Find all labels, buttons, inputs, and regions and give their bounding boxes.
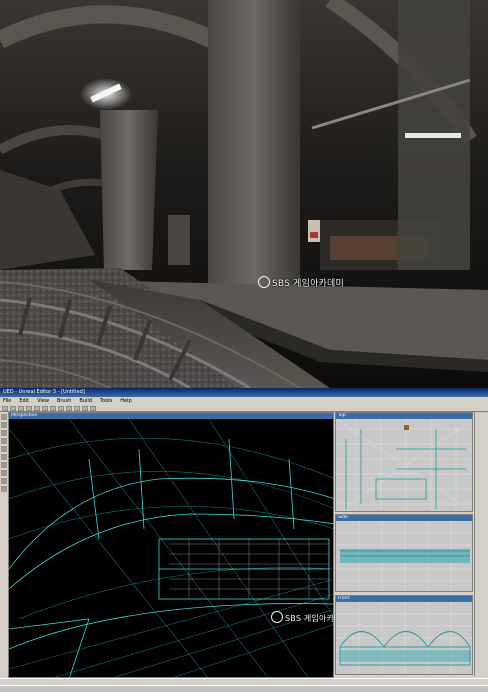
right-toolbar <box>474 412 488 676</box>
toolbar-button[interactable] <box>18 406 24 411</box>
toolbar-button[interactable] <box>10 406 16 411</box>
menu-edit[interactable]: Edit <box>19 397 29 405</box>
subway-tunnel-scene <box>0 0 488 388</box>
game-render-view: SBS 게임아카데미 <box>0 0 488 388</box>
toolbar-button[interactable] <box>50 406 56 411</box>
level-editor-window: UED - Unreal Editor 3 - [Untitled] File … <box>0 388 488 692</box>
toolbar-button[interactable] <box>90 406 96 411</box>
main-toolbar <box>0 405 488 412</box>
toolbar-button[interactable] <box>66 406 72 411</box>
toolbar-button[interactable] <box>34 406 40 411</box>
toolbar-button[interactable] <box>74 406 80 411</box>
viewport-title: Perspective <box>9 413 333 419</box>
menu-help[interactable]: Help <box>120 397 131 405</box>
viewport-front[interactable]: Front <box>335 595 473 675</box>
wireframe-top <box>336 419 472 511</box>
watermark: SBS 게임아카데미 <box>258 276 344 289</box>
sbs-logo-icon <box>271 611 283 623</box>
menu-tools[interactable]: Tools <box>100 397 112 405</box>
menu-bar: File Edit View Brush Build Tools Help <box>0 397 488 405</box>
viewport-title: Front <box>336 596 472 602</box>
taskbar <box>0 685 488 692</box>
brush-tool-icon[interactable] <box>1 486 7 492</box>
brush-tool-icon[interactable] <box>1 430 7 436</box>
wireframe-side <box>336 521 472 591</box>
toolbar-button[interactable] <box>58 406 64 411</box>
viewport-title: Side <box>336 515 472 521</box>
brush-tool-icon[interactable] <box>1 454 7 460</box>
screenshot-composite: SBS 게임아카데미 UED - Unreal Editor 3 - [Unti… <box>0 0 488 692</box>
viewport-top[interactable]: Top <box>335 412 473 512</box>
window-titlebar[interactable]: UED - Unreal Editor 3 - [Untitled] <box>0 388 488 397</box>
wireframe-perspective <box>9 419 333 677</box>
status-bar <box>0 678 488 685</box>
toolbar-button[interactable] <box>42 406 48 411</box>
brush-tool-icon[interactable] <box>1 478 7 484</box>
brush-tool-icon[interactable] <box>1 422 7 428</box>
brush-tool-icon[interactable] <box>1 438 7 444</box>
menu-file[interactable]: File <box>3 397 11 405</box>
viewport-title: Top <box>336 413 472 419</box>
brush-tool-icon[interactable] <box>1 414 7 420</box>
toolbar-button[interactable] <box>2 406 8 411</box>
window-title: UED - Unreal Editor 3 - [Untitled] <box>3 389 85 395</box>
menu-build[interactable]: Build <box>79 397 92 405</box>
toolbar-button[interactable] <box>82 406 88 411</box>
brush-tool-icon[interactable] <box>1 462 7 468</box>
brush-tool-icon[interactable] <box>1 470 7 476</box>
viewport-side[interactable]: Side <box>335 514 473 592</box>
viewport-watermark: SBS 게임아카데미 <box>271 611 333 624</box>
menu-brush[interactable]: Brush <box>57 397 71 405</box>
brush-tool-icon[interactable] <box>1 446 7 452</box>
sbs-logo-icon <box>258 276 270 288</box>
viewport-perspective[interactable]: Perspective SBS 게임아카 <box>8 412 334 678</box>
wireframe-front <box>336 602 472 674</box>
menu-view[interactable]: View <box>37 397 49 405</box>
toolbar-button[interactable] <box>26 406 32 411</box>
